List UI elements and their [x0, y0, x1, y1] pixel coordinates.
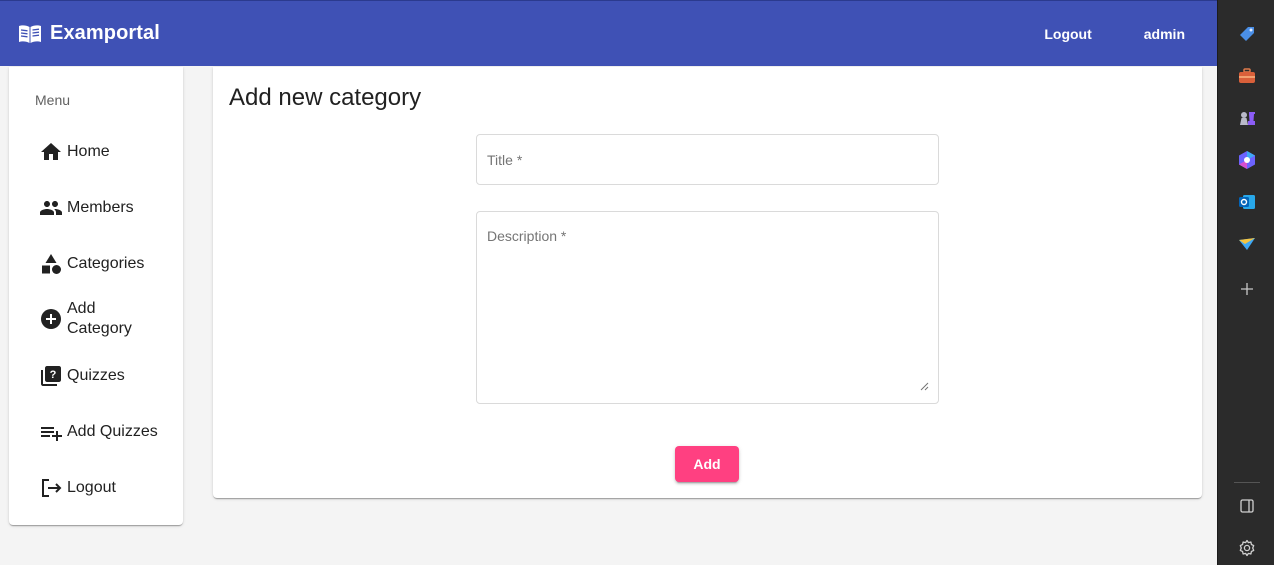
toolbar-logout-button[interactable]: Logout [1028, 18, 1107, 50]
description-textarea[interactable] [477, 212, 938, 403]
side-panel-separator [1234, 482, 1260, 483]
send-icon[interactable] [1237, 234, 1257, 254]
sidebar: Menu Home Members Categories Add Categor… [9, 67, 183, 525]
sidebar-item-add-quizzes[interactable]: Add Quizzes [39, 420, 179, 444]
sidebar-item-label: Home [67, 143, 110, 160]
sidebar-item-add-category[interactable]: Add Category [39, 299, 179, 339]
sidebar-item-label: Members [67, 199, 134, 216]
outlook-icon[interactable] [1237, 192, 1257, 212]
title-field [476, 134, 939, 185]
top-toolbar: Examportal Logout admin [0, 0, 1217, 66]
sidebar-item-label: Logout [67, 479, 116, 496]
sidebar-item-home[interactable]: Home [39, 140, 179, 164]
quiz-icon: ? [41, 366, 61, 386]
brand-title: Examportal [50, 22, 160, 44]
logout-icon [42, 479, 62, 497]
page-title: Add new category [229, 84, 422, 111]
description-field [476, 211, 939, 404]
toolbar-user-button[interactable]: admin [1128, 18, 1201, 50]
playlist-add-icon [41, 427, 62, 441]
sidebar-item-quizzes[interactable]: ? Quizzes [39, 364, 179, 388]
resize-handle-icon[interactable] [920, 382, 929, 391]
category-shapes-icon [42, 254, 61, 274]
people-icon [40, 201, 62, 215]
sidebar-item-categories[interactable]: Categories [39, 252, 179, 276]
sidebar-item-label: Categories [67, 255, 145, 272]
brand[interactable]: Examportal [18, 22, 160, 45]
sidebar-item-label: Add Category [67, 300, 132, 337]
book-open-icon [19, 24, 41, 43]
toolbox-icon[interactable] [1237, 66, 1257, 86]
home-icon [41, 143, 61, 160]
chess-icon[interactable] [1237, 108, 1257, 128]
menu-header: Menu [35, 92, 71, 108]
tag-icon[interactable] [1237, 24, 1257, 44]
svg-text:?: ? [50, 369, 57, 381]
sidebar-toggle-icon[interactable] [1237, 496, 1257, 516]
sidebar-item-members[interactable]: Members [39, 196, 179, 220]
plus-icon[interactable] [1237, 279, 1257, 299]
browser-side-panel [1217, 0, 1274, 565]
title-input[interactable] [477, 135, 938, 184]
copilot-icon[interactable] [1237, 150, 1257, 170]
sidebar-item-label: Quizzes [67, 367, 125, 384]
settings-gear-icon[interactable] [1237, 538, 1257, 558]
add-button[interactable]: Add [675, 446, 739, 482]
add-category-card: Add new category Add [213, 67, 1202, 498]
add-circle-icon [41, 309, 61, 329]
sidebar-item-logout[interactable]: Logout [39, 476, 179, 500]
sidebar-item-label: Add Quizzes [67, 423, 158, 440]
